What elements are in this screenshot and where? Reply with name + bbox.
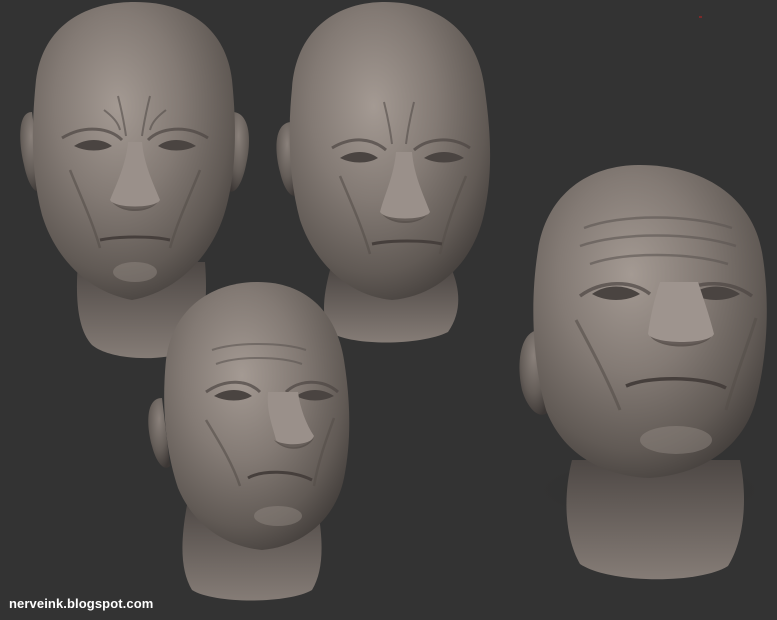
- sculpt-render-canvas: [20, 2, 767, 601]
- red-pixel-marker: [699, 16, 702, 18]
- sculpted-head-three-quarter: [276, 2, 491, 343]
- chin-highlight: [113, 262, 157, 282]
- neck: [566, 460, 744, 580]
- head-shape: [289, 2, 491, 300]
- watermark-caption: nerveink.blogspot.com: [9, 596, 154, 611]
- chin-highlight: [254, 506, 302, 526]
- sculpted-head-large-upward: [519, 165, 767, 580]
- head-shape: [164, 282, 350, 550]
- sculpted-head-low-angle: [148, 282, 350, 601]
- chin-highlight: [640, 426, 712, 454]
